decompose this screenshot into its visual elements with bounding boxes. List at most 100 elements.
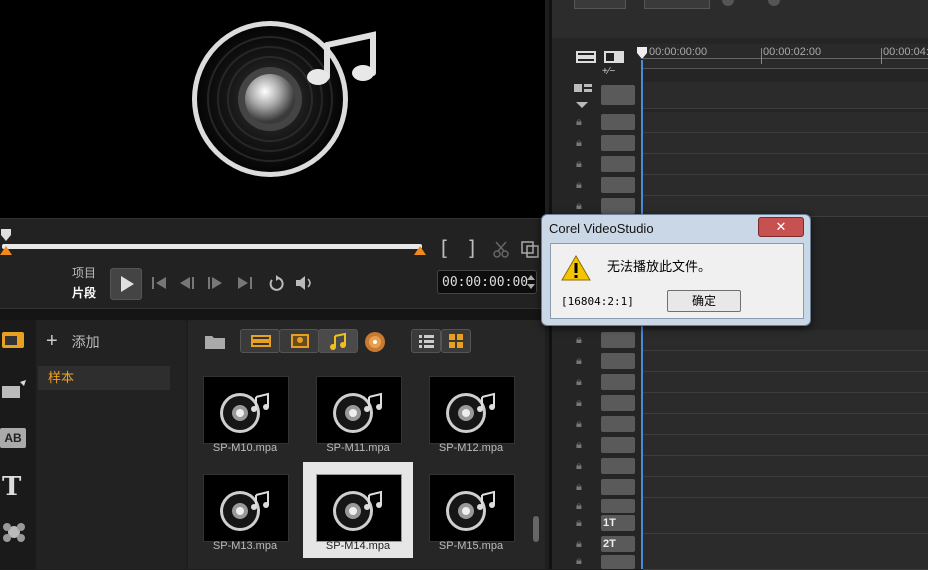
overlay-track-icon[interactable] bbox=[601, 458, 635, 474]
photo-filter-button[interactable] bbox=[279, 329, 319, 353]
media-thumbnail[interactable]: SP-M15.mpa bbox=[416, 462, 526, 558]
mark-out-button[interactable]: ] bbox=[466, 236, 478, 260]
overlay-track[interactable] bbox=[643, 330, 928, 351]
overlay-track-icon[interactable] bbox=[601, 332, 635, 348]
lock-icon[interactable]: 🔒︎ bbox=[576, 200, 582, 213]
overlay-track-icon[interactable] bbox=[601, 114, 635, 130]
overlay-track-icon[interactable] bbox=[601, 177, 635, 193]
overlay-track[interactable] bbox=[643, 435, 928, 456]
list-view-button[interactable] bbox=[411, 329, 441, 353]
overlay-track[interactable] bbox=[643, 414, 928, 435]
voice-track[interactable] bbox=[643, 553, 928, 570]
overlay-track[interactable] bbox=[643, 175, 928, 196]
overlay-track[interactable] bbox=[643, 133, 928, 154]
lock-icon[interactable]: 🔒︎ bbox=[576, 500, 582, 513]
overlay-track[interactable] bbox=[643, 456, 928, 477]
media-library-icon[interactable] bbox=[0, 328, 28, 352]
mode-project[interactable]: 项目 bbox=[72, 264, 96, 281]
playhead-icon[interactable] bbox=[636, 46, 648, 60]
trim-end-marker[interactable] bbox=[414, 246, 426, 255]
lock-icon[interactable]: 🔒︎ bbox=[576, 334, 582, 347]
overlay-track-icon[interactable] bbox=[601, 437, 635, 453]
split-clip-icon[interactable] bbox=[492, 240, 510, 258]
video-filter-button[interactable] bbox=[240, 329, 280, 353]
error-dialog: Corel VideoStudio ✕ 无法播放此文件。 [16804:2:1]… bbox=[541, 214, 811, 326]
text-tool-icon[interactable]: T bbox=[2, 472, 21, 502]
add-remove-tracks[interactable]: +∕− bbox=[602, 66, 615, 77]
overlay-track[interactable] bbox=[643, 112, 928, 133]
voice-track-icon[interactable] bbox=[601, 555, 635, 569]
lock-icon[interactable]: 🔒︎ bbox=[576, 418, 582, 431]
overlay-track[interactable] bbox=[643, 372, 928, 393]
mode-clip[interactable]: 片段 bbox=[72, 284, 96, 301]
overlay-track[interactable] bbox=[643, 393, 928, 414]
ok-button[interactable]: 确定 bbox=[667, 290, 741, 312]
overlay-track-icon[interactable] bbox=[601, 135, 635, 151]
timecode-spinner-icon[interactable] bbox=[525, 272, 537, 292]
enlarge-preview-icon[interactable] bbox=[520, 240, 540, 258]
media-thumbnail-selected[interactable]: SP-M14.mpa bbox=[303, 462, 413, 558]
track-options-icon[interactable] bbox=[572, 82, 596, 112]
film-icon bbox=[251, 335, 271, 347]
overlay-track-icon[interactable] bbox=[601, 198, 635, 214]
track-manager-icon[interactable] bbox=[574, 48, 628, 66]
lock-icon[interactable]: 🔒︎ bbox=[576, 137, 582, 150]
video-track[interactable] bbox=[643, 82, 928, 109]
storyboard-view-button[interactable] bbox=[574, 0, 626, 9]
flash-animation-icon[interactable] bbox=[363, 330, 387, 354]
lock-icon[interactable]: 🔒︎ bbox=[576, 355, 582, 368]
lock-icon[interactable]: 🔒︎ bbox=[576, 439, 582, 452]
mark-in-button[interactable]: [ bbox=[438, 236, 450, 260]
overlay-track-icon[interactable] bbox=[601, 416, 635, 432]
undo-button[interactable] bbox=[722, 0, 734, 6]
title-library-icon[interactable]: AB bbox=[0, 428, 26, 448]
scrub-bar[interactable] bbox=[2, 244, 422, 249]
media-thumbnail[interactable]: SP-M10.mpa bbox=[190, 364, 300, 460]
lock-icon[interactable]: 🔒︎ bbox=[576, 481, 582, 494]
lock-icon[interactable]: 🔒︎ bbox=[576, 116, 582, 129]
grid-view-button[interactable] bbox=[441, 329, 471, 353]
folder-icon[interactable] bbox=[203, 331, 227, 351]
trim-start-marker[interactable] bbox=[0, 246, 12, 255]
dialog-close-button[interactable]: ✕ bbox=[758, 217, 804, 237]
photo-icon bbox=[291, 334, 309, 348]
title-track-1-icon[interactable]: 1T bbox=[601, 515, 635, 531]
overlay-track-icon[interactable] bbox=[601, 499, 635, 513]
folder-item-sample[interactable]: 样本 bbox=[38, 366, 170, 390]
title-track-2-icon[interactable]: 2T bbox=[601, 536, 635, 552]
overlay-track-icon[interactable] bbox=[601, 395, 635, 411]
media-thumbnail[interactable]: SP-M11.mpa bbox=[303, 364, 413, 460]
lock-icon[interactable]: 🔒︎ bbox=[576, 397, 582, 410]
timeline-view-button[interactable] bbox=[644, 0, 710, 9]
lock-icon[interactable]: 🔒︎ bbox=[576, 460, 582, 473]
lock-icon[interactable]: 🔒︎ bbox=[576, 158, 582, 171]
media-thumbnail[interactable]: SP-M12.mpa bbox=[416, 364, 526, 460]
overlay-track-icon[interactable] bbox=[601, 156, 635, 172]
scrub-handle[interactable] bbox=[0, 228, 12, 242]
title-track[interactable] bbox=[643, 513, 928, 534]
play-button[interactable] bbox=[110, 268, 142, 300]
overlay-track[interactable] bbox=[643, 154, 928, 175]
library-scrollbar[interactable] bbox=[533, 516, 539, 542]
overlay-track[interactable] bbox=[643, 351, 928, 372]
audio-filter-button[interactable] bbox=[318, 329, 358, 353]
video-track-icon[interactable] bbox=[601, 85, 635, 105]
transition-icon[interactable] bbox=[0, 378, 28, 402]
overlay-track-icon[interactable] bbox=[601, 374, 635, 390]
lock-icon[interactable]: 🔒︎ bbox=[576, 538, 582, 551]
overlay-track-icon[interactable] bbox=[601, 479, 635, 495]
lock-icon[interactable]: 🔒︎ bbox=[576, 555, 582, 568]
lock-icon[interactable]: 🔒︎ bbox=[576, 376, 582, 389]
add-folder-button[interactable]: + 添加 bbox=[46, 330, 100, 353]
timeline-ruler[interactable]: 00:00:00:00 00:00:02:00 00:00:04: bbox=[643, 44, 928, 69]
lock-icon[interactable]: 🔒︎ bbox=[576, 517, 582, 530]
lock-icon[interactable]: 🔒︎ bbox=[576, 179, 582, 192]
thumbnail-name: SP-M14.mpa bbox=[325, 540, 391, 552]
timecode-display[interactable]: 00:00:00:00 bbox=[437, 270, 537, 294]
media-thumbnail[interactable]: SP-M13.mpa bbox=[190, 462, 300, 558]
graphics-icon[interactable] bbox=[0, 520, 28, 544]
title-track[interactable] bbox=[643, 534, 928, 555]
redo-button[interactable] bbox=[768, 0, 780, 6]
overlay-track-icon[interactable] bbox=[601, 353, 635, 369]
overlay-track[interactable] bbox=[643, 477, 928, 498]
